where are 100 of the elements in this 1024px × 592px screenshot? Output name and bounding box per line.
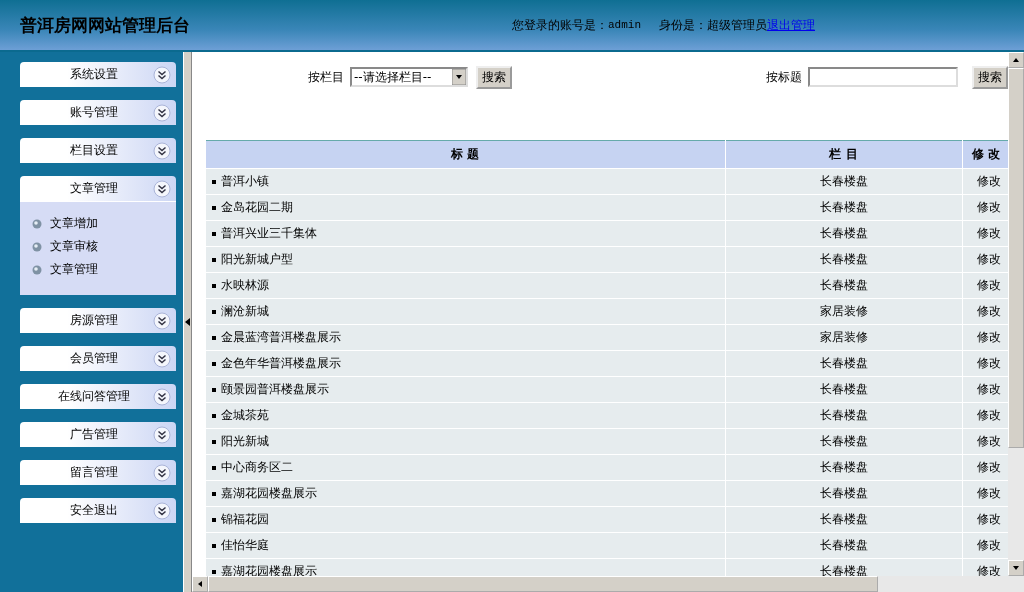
menu-header[interactable]: 栏目设置 — [20, 138, 176, 163]
edit-link[interactable]: 修改 — [962, 506, 1008, 533]
edit-link[interactable]: 修改 — [962, 350, 1008, 377]
category-cell: 长春楼盘 — [725, 402, 962, 429]
chevron-down-icon — [153, 141, 171, 160]
bullet-icon — [212, 205, 216, 210]
menu-header[interactable]: 系统设置 — [20, 62, 176, 87]
category-cell: 长春楼盘 — [725, 454, 962, 481]
menu-header[interactable]: 广告管理 — [20, 422, 176, 447]
splitter-handle[interactable] — [183, 52, 192, 592]
title-cell: 金城茶苑 — [206, 402, 725, 429]
menu-header[interactable]: 文章管理 — [20, 176, 176, 201]
title-search-field[interactable] — [808, 67, 958, 87]
chevron-down-icon — [153, 463, 171, 482]
bullet-icon — [212, 231, 216, 236]
title-cell: 佳怡华庭 — [206, 532, 725, 559]
menu-header[interactable]: 会员管理 — [20, 346, 176, 371]
submenu-item[interactable]: 文章增加 — [50, 215, 98, 232]
category-cell: 长春楼盘 — [725, 272, 962, 299]
category-label: 按栏目 — [308, 68, 344, 86]
category-cell: 长春楼盘 — [725, 506, 962, 533]
chevron-down-icon — [153, 349, 171, 368]
edit-link[interactable]: 修改 — [962, 168, 1008, 195]
category-select[interactable]: --请选择栏目-- — [350, 67, 468, 87]
menu-header[interactable]: 账号管理 — [20, 100, 176, 125]
edit-link[interactable]: 修改 — [962, 298, 1008, 325]
menu-header[interactable]: 安全退出 — [20, 498, 176, 523]
column-header: 标 题 — [206, 140, 725, 169]
bullet-icon — [212, 439, 216, 444]
edit-link[interactable]: 修改 — [962, 324, 1008, 351]
column-header: 栏 目 — [725, 140, 962, 169]
edit-link[interactable]: 修改 — [962, 194, 1008, 221]
edit-link[interactable]: 修改 — [962, 272, 1008, 299]
dropdown-arrow-icon[interactable] — [452, 69, 466, 85]
search-button[interactable]: 搜索 — [972, 65, 1008, 89]
title-cell: 金岛花园二期 — [206, 194, 725, 221]
role-label: 身份是：超级管理员 — [659, 16, 767, 34]
arrow-icon[interactable] — [1012, 56, 1020, 64]
category-cell: 家居装修 — [725, 298, 962, 325]
title-cell: 金晨蓝湾普洱楼盘展示 — [206, 324, 725, 351]
vertical-scrollbar[interactable] — [1008, 52, 1024, 576]
bullet-icon — [32, 218, 42, 229]
title-label: 按标题 — [766, 68, 802, 86]
menu-header[interactable]: 在线问答管理 — [20, 384, 176, 409]
edit-link[interactable]: 修改 — [962, 532, 1008, 559]
menu-header[interactable]: 留言管理 — [20, 460, 176, 485]
horizontal-scrollbar[interactable] — [192, 576, 1024, 592]
submenu-item[interactable]: 文章审核 — [50, 238, 98, 255]
chevron-down-icon — [153, 425, 171, 444]
category-cell: 长春楼盘 — [725, 246, 962, 273]
arrow-icon[interactable] — [196, 580, 204, 588]
edit-link[interactable]: 修改 — [962, 246, 1008, 273]
edit-link[interactable]: 修改 — [962, 428, 1008, 455]
chevron-down-icon — [153, 103, 171, 122]
bullet-icon — [212, 361, 216, 366]
edit-link[interactable]: 修改 — [962, 402, 1008, 429]
chevron-down-icon — [153, 311, 171, 330]
bullet-icon — [212, 335, 216, 340]
bullet-icon — [212, 543, 216, 548]
search-button[interactable]: 搜索 — [476, 65, 512, 89]
chevron-down-icon — [153, 501, 171, 520]
title-cell: 金色年华普洱楼盘展示 — [206, 350, 725, 377]
edit-link[interactable]: 修改 — [962, 480, 1008, 507]
title-cell: 阳光新城户型 — [206, 246, 725, 273]
bullet-icon — [32, 241, 42, 252]
bullet-icon — [212, 283, 216, 288]
category-cell: 长春楼盘 — [725, 428, 962, 455]
category-cell: 长春楼盘 — [725, 480, 962, 507]
bullet-icon — [212, 517, 216, 522]
title-cell: 阳光新城 — [206, 428, 725, 455]
title-cell: 普洱兴业三千集体 — [206, 220, 725, 247]
bullet-icon — [212, 387, 216, 392]
edit-link[interactable]: 修改 — [962, 558, 1008, 576]
category-cell: 长春楼盘 — [725, 558, 962, 576]
menu-header[interactable]: 房源管理 — [20, 308, 176, 333]
category-cell: 长春楼盘 — [725, 376, 962, 403]
bullet-icon — [212, 413, 216, 418]
category-cell: 长春楼盘 — [725, 220, 962, 247]
title-cell: 水映林源 — [206, 272, 725, 299]
chevron-down-icon — [153, 65, 171, 84]
edit-link[interactable]: 修改 — [962, 376, 1008, 403]
bullet-icon — [212, 179, 216, 184]
bullet-icon — [212, 465, 216, 470]
category-cell: 长春楼盘 — [725, 350, 962, 377]
account-name: admin — [608, 19, 641, 31]
bullet-icon — [212, 491, 216, 496]
chevron-down-icon — [153, 387, 171, 406]
account-label: 您登录的账号是： — [512, 16, 608, 34]
submenu-item[interactable]: 文章管理 — [50, 261, 98, 278]
collapse-arrow-icon[interactable] — [185, 318, 190, 326]
title-cell: 嘉湖花园楼盘展示 — [206, 558, 725, 576]
edit-link[interactable]: 修改 — [962, 220, 1008, 247]
edit-link[interactable]: 修改 — [962, 454, 1008, 481]
arrow-icon[interactable] — [1012, 564, 1020, 572]
title-cell: 澜沧新城 — [206, 298, 725, 325]
category-cell: 长春楼盘 — [725, 194, 962, 221]
site-title: 普洱房网网站管理后台 — [20, 13, 191, 37]
bullet-icon — [212, 309, 216, 314]
title-cell: 颐景园普洱楼盘展示 — [206, 376, 725, 403]
category-cell: 长春楼盘 — [725, 532, 962, 559]
